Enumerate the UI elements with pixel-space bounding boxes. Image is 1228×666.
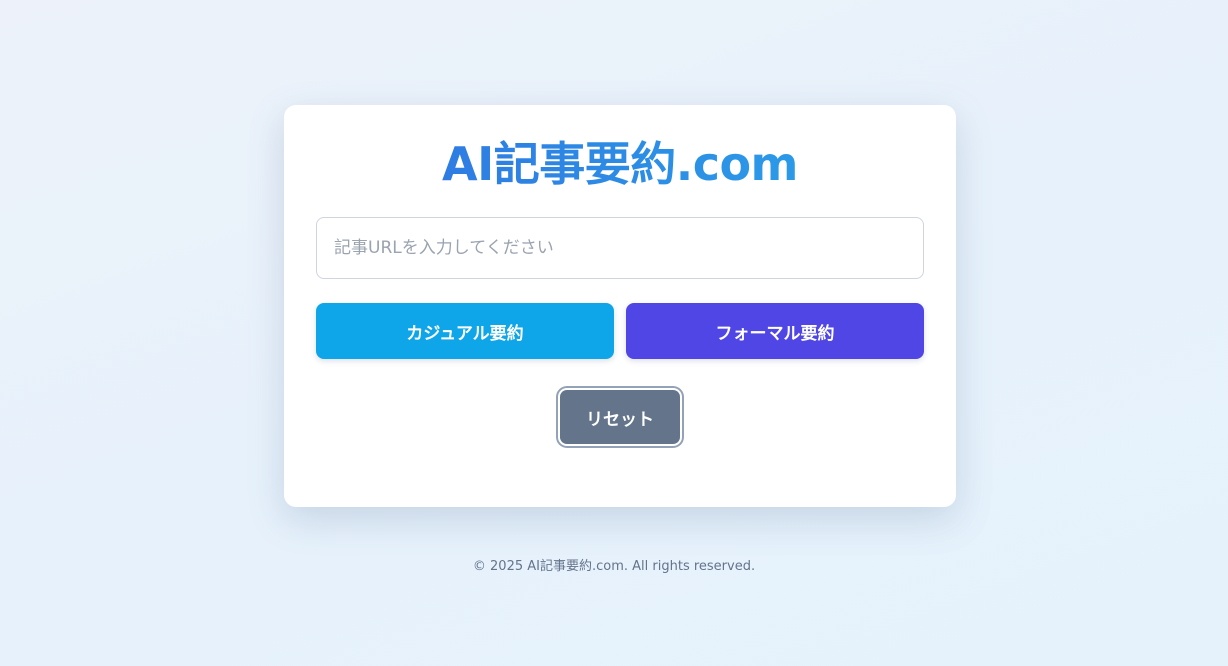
- summarizer-card: AI記事要約.com カジュアル要約 フォーマル要約 リセット: [284, 105, 956, 507]
- article-url-input[interactable]: [316, 217, 924, 279]
- reset-button[interactable]: リセット: [560, 390, 680, 444]
- casual-summary-button[interactable]: カジュアル要約: [316, 303, 614, 359]
- footer-copyright: © 2025 AI記事要約.com. All rights reserved.: [472, 559, 756, 574]
- formal-summary-button[interactable]: フォーマル要約: [626, 303, 924, 359]
- app-title: AI記事要約.com: [284, 135, 956, 193]
